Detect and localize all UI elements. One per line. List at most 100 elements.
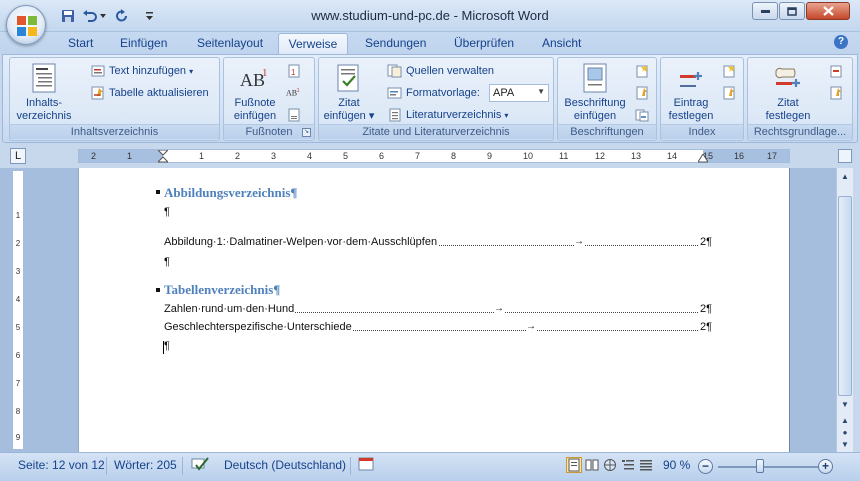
- view-ruler-button[interactable]: [838, 149, 852, 163]
- reading-view-icon: [585, 459, 599, 471]
- zoom-out-button[interactable]: −: [698, 459, 713, 474]
- zitat-festlegen-button[interactable]: Zitat festlegen: [752, 62, 824, 123]
- page-count[interactable]: Seite: 12 von 12: [18, 458, 105, 472]
- insert-caption-icon: [579, 62, 611, 94]
- index-aktualisieren-button[interactable]: [721, 84, 737, 102]
- tab-verweise[interactable]: Verweise: [278, 33, 348, 55]
- beschriftung-tabelle-aktualisieren-button[interactable]: [634, 84, 650, 102]
- tab-start[interactable]: Start: [68, 36, 93, 50]
- vertical-ruler[interactable]: 1 2 3 4 5 6 7 8 9: [12, 170, 24, 450]
- maximize-button[interactable]: [779, 2, 805, 20]
- rechtsgrundlagenverzeichnis-einfuegen-button[interactable]: [828, 62, 844, 80]
- ruler-number: 10: [523, 151, 534, 161]
- zitat-einfuegen-button[interactable]: Zitat einfügen ▾: [323, 62, 375, 123]
- table-of-contents-icon: [28, 62, 60, 94]
- scroll-down-icon[interactable]: ▼: [838, 398, 852, 412]
- undo-dropdown-icon[interactable]: [98, 8, 108, 24]
- heading-bullet: [156, 288, 160, 292]
- text-hinzufuegen-button[interactable]: Text hinzufügen ▾: [90, 62, 193, 80]
- fussnote-einfuegen-button[interactable]: AB 1 Fußnote einfügen: [228, 62, 282, 123]
- print-layout-view-button[interactable]: [566, 457, 582, 473]
- tab-ansicht[interactable]: Ansicht: [542, 36, 581, 50]
- querverweis-button[interactable]: [634, 106, 650, 124]
- zoom-slider-thumb[interactable]: [756, 459, 764, 473]
- index-einfuegen-button[interactable]: [721, 62, 737, 80]
- undo-icon[interactable]: [82, 8, 98, 24]
- tab-ueberpruefen[interactable]: Überprüfen: [454, 36, 514, 50]
- minimize-button[interactable]: [752, 2, 778, 20]
- indent-marker-icon[interactable]: [158, 150, 168, 163]
- quellen-verwalten-button[interactable]: Quellen verwalten: [387, 62, 494, 80]
- eintrag-festlegen-button[interactable]: Eintrag festlegen: [663, 62, 719, 123]
- formatvorlage-select[interactable]: APA ▼: [489, 84, 549, 102]
- zoom-in-button[interactable]: +: [818, 459, 833, 474]
- redo-icon[interactable]: [114, 8, 130, 24]
- word-count[interactable]: Wörter: 205: [114, 458, 177, 472]
- table-toc-entry[interactable]: Zahlen·rund·um·den·Hund → 2¶: [164, 303, 712, 317]
- tab-arrow-icon: →: [494, 303, 504, 314]
- ruler-number: 13: [631, 151, 642, 161]
- empty-paragraph: ¶: [164, 256, 170, 268]
- final-paragraph: ¶: [164, 340, 170, 352]
- ruler-number: 3: [271, 151, 277, 161]
- figure-toc-entry[interactable]: Abbildung·1:·Dalmatiner-Welpen·vor·dem·A…: [164, 236, 712, 250]
- group-beschriftungen: Beschriftung einfügen Beschriftungen: [557, 57, 657, 141]
- ruler-area: L 2 1 1 2 3 4 5 6 7 8 9 10 11 12 13 14 1…: [0, 143, 860, 168]
- scroll-up-icon[interactable]: ▲: [838, 170, 852, 184]
- tab-seitenlayout[interactable]: Seitenlayout: [197, 36, 263, 50]
- table-entry-page: 2¶: [698, 303, 712, 315]
- tabelle-aktualisieren-button[interactable]: Tabelle aktualisieren: [90, 84, 209, 102]
- zoom-slider[interactable]: [718, 466, 818, 468]
- eintrag-label-2: festlegen: [668, 110, 714, 122]
- group-label-rechtsgrundlage: Rechtsgrundlage...: [748, 124, 852, 139]
- right-indent-marker-icon[interactable]: [698, 154, 708, 163]
- ruler-number: 1: [199, 151, 205, 161]
- proofing-icon[interactable]: [190, 456, 210, 475]
- outline-view-button[interactable]: [620, 457, 636, 473]
- web-layout-button[interactable]: [602, 457, 618, 473]
- manage-sources-icon: [387, 63, 403, 79]
- insert-table-of-figures-icon: [634, 63, 650, 79]
- save-icon[interactable]: [60, 8, 76, 24]
- full-screen-reading-button[interactable]: [584, 457, 600, 473]
- ruler-number: 12: [595, 151, 606, 161]
- horizontal-ruler[interactable]: 2 1 1 2 3 4 5 6 7 8 9 10 11 12 13 14 15 …: [78, 149, 790, 163]
- language-indicator[interactable]: Deutsch (Deutschland): [224, 458, 346, 472]
- fussnoten-dialog-launcher[interactable]: ↘: [302, 128, 311, 137]
- help-icon[interactable]: ?: [834, 35, 848, 49]
- cross-reference-icon: [634, 107, 650, 123]
- customize-qat-icon[interactable]: [144, 8, 154, 24]
- mark-entry-icon: [675, 62, 707, 94]
- zoom-level[interactable]: 90 %: [663, 458, 690, 472]
- next-page-icon[interactable]: ▼: [838, 438, 852, 452]
- office-button[interactable]: [6, 5, 46, 45]
- fussnote-label-1: Fußnote: [234, 97, 276, 109]
- heading-bullet: [156, 190, 160, 194]
- beschriftung-einfuegen-button[interactable]: Beschriftung einfügen: [560, 62, 630, 123]
- table-toc-entry[interactable]: Geschlechterspezifische·Unterschiede → 2…: [164, 321, 712, 335]
- tab-selector[interactable]: L: [10, 148, 26, 164]
- document-page[interactable]: Abbildungsverzeichnis¶ ¶ Abbildung·1:·Da…: [78, 168, 790, 452]
- notizen-anzeigen-button[interactable]: [286, 106, 302, 124]
- vertical-scrollbar[interactable]: ▲ ▼ ▲ ● ▼: [836, 168, 853, 452]
- macro-recording-icon[interactable]: [358, 456, 374, 475]
- svg-text:1: 1: [291, 68, 296, 77]
- group-label-fussnoten: Fußnoten: [224, 124, 314, 139]
- status-separator: [106, 457, 107, 475]
- vruler-number: 7: [15, 379, 21, 388]
- abbildungsverzeichnis-einfuegen-button[interactable]: [634, 62, 650, 80]
- formatvorlage-control: Formatvorlage:: [387, 84, 480, 102]
- ruler-number: 7: [415, 151, 421, 161]
- naechste-fussnote-button[interactable]: AB 1: [286, 84, 302, 102]
- ruler-number: 9: [487, 151, 493, 161]
- rechtsgrundlage-aktualisieren-button[interactable]: [828, 84, 844, 102]
- draft-view-button[interactable]: [638, 457, 654, 473]
- literaturverzeichnis-button[interactable]: Literaturverzeichnis ▾: [387, 106, 508, 124]
- close-button[interactable]: [806, 2, 850, 20]
- scrollbar-thumb[interactable]: [838, 196, 852, 396]
- footnote-icon: AB 1: [239, 62, 271, 94]
- tab-sendungen[interactable]: Sendungen: [365, 36, 426, 50]
- endnote-einfuegen-button[interactable]: 1: [286, 62, 302, 80]
- ruler-number: 11: [559, 151, 569, 161]
- tab-einfuegen[interactable]: Einfügen: [120, 36, 167, 50]
